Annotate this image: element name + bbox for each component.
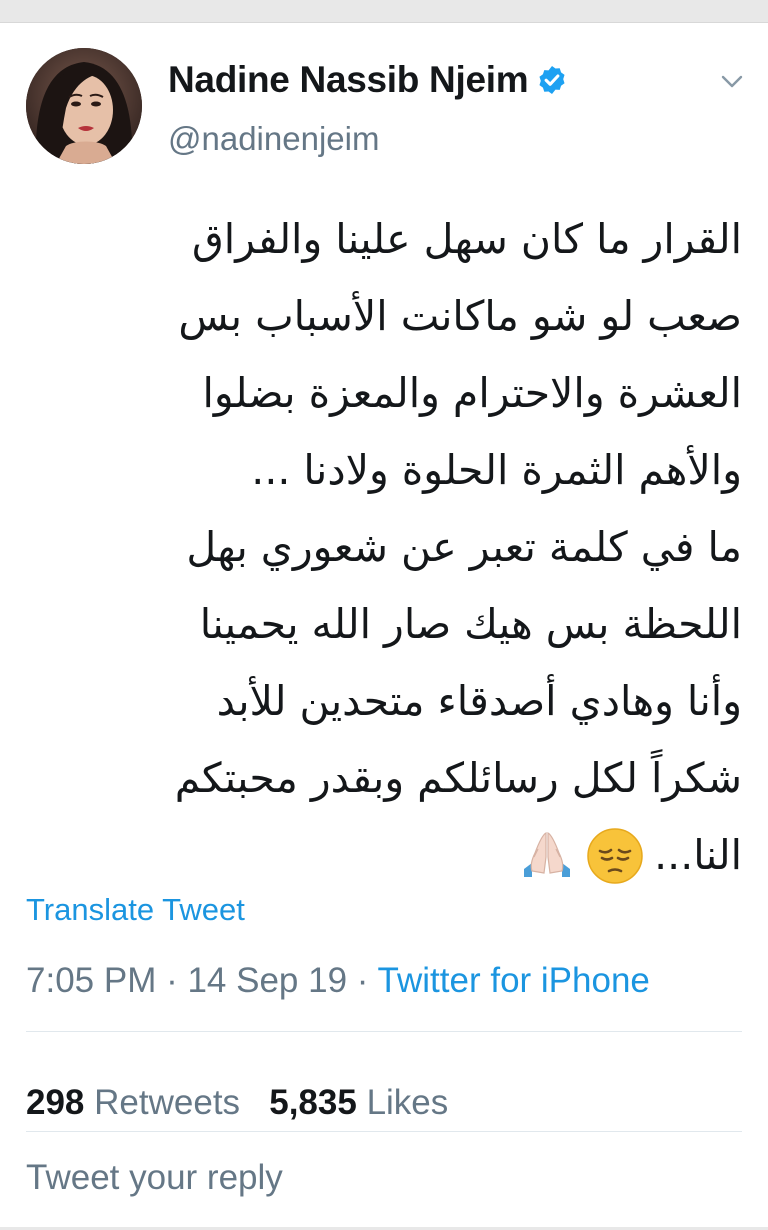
display-name-row: Nadine Nassib Njeim — [168, 59, 568, 101]
meta-separator: · — [156, 961, 188, 1000]
tweet-last-line: النا... — [32, 817, 742, 894]
reply-input[interactable]: Tweet your reply — [26, 1158, 283, 1198]
retweets-label: Retweets — [94, 1083, 241, 1122]
tweet-source-link[interactable]: Twitter for iPhone — [378, 961, 650, 1000]
tweet-card: Nadine Nassib Njeim @nadinenjeim القرار … — [0, 22, 768, 1227]
tweet-line: العشرة والاحترام والمعزة بضلوا — [202, 369, 742, 417]
retweets-count: 298 — [26, 1083, 85, 1122]
avatar[interactable] — [26, 48, 142, 164]
retweets-stat[interactable]: 298 Retweets — [26, 1083, 240, 1122]
tweet-line: والأهم الثمرة الحلوة ولادنا ... — [251, 446, 742, 494]
tweet-stats: 298 Retweets 5,835 Likes — [26, 1083, 448, 1123]
tweet-date[interactable]: 14 Sep 19 — [187, 961, 347, 1000]
divider — [26, 1031, 742, 1032]
tweet-line: ما في كلمة تعبر عن شعوري بهل — [186, 523, 742, 571]
chevron-down-icon[interactable] — [718, 67, 746, 95]
likes-label: Likes — [366, 1083, 449, 1122]
tweet-line: النا... — [654, 831, 742, 879]
display-name[interactable]: Nadine Nassib Njeim — [168, 59, 529, 101]
tweet-header: Nadine Nassib Njeim @nadinenjeim — [0, 23, 768, 183]
meta-separator: · — [347, 961, 378, 1000]
translate-tweet-link[interactable]: Translate Tweet — [26, 892, 245, 928]
folded-hands-emoji — [518, 827, 576, 885]
verified-badge-icon — [536, 64, 568, 96]
tweet-line: وأنا وهادي أصدقاء متحدين للأبد — [216, 677, 742, 725]
pensive-face-emoji — [586, 827, 644, 885]
tweet-line: القرار ما كان سهل علينا والفراق — [192, 215, 742, 263]
likes-count: 5,835 — [269, 1083, 357, 1122]
tweet-meta: 7:05 PM · 14 Sep 19 · Twitter for iPhone — [26, 961, 650, 1001]
tweet-line: اللحظة بس هيك صار الله يحمينا — [199, 600, 742, 648]
tweet-line: صعب لو شو ماكانت الأسباب بس — [178, 292, 742, 340]
likes-stat[interactable]: 5,835 Likes — [269, 1083, 448, 1122]
user-handle[interactable]: @nadinenjeim — [168, 120, 379, 158]
tweet-text: القرار ما كان سهل علينا والفراق صعب لو ش… — [32, 201, 742, 894]
tweet-time[interactable]: 7:05 PM — [26, 961, 156, 1000]
tweet-line: شكراً لكل رسائلكم وبقدر محبتكم — [174, 754, 742, 802]
divider — [26, 1131, 742, 1132]
